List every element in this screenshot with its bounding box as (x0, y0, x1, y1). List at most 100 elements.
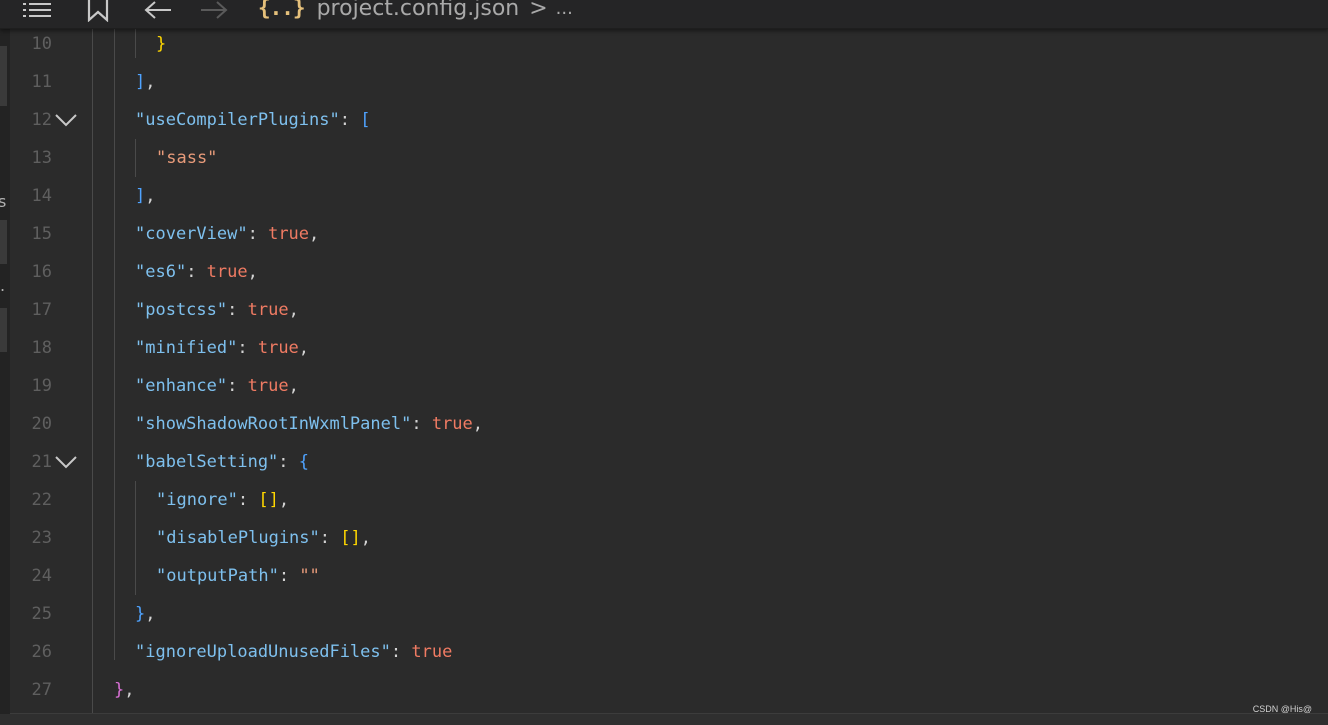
code-line: ], (135, 63, 156, 101)
code-line: ], (135, 177, 156, 215)
code-line: "useCompilerPlugins": [ (135, 101, 370, 139)
code-line: "showShadowRootInWxmlPanel": true, (135, 405, 483, 443)
line-number: 10 (31, 34, 52, 54)
code-line: } (156, 25, 166, 63)
line-number: 17 (31, 300, 52, 320)
line-number-gutter: 10 11 12 13 14 15 16 17 18 19 20 21 22 2… (10, 28, 92, 714)
breadcrumb: {..} project.config.json > ... (258, 0, 573, 22)
line-number: 14 (31, 186, 52, 206)
token-key: "enhance" (135, 376, 228, 396)
line-number: 21 (31, 452, 52, 472)
line-number: 13 (31, 148, 52, 168)
token-key: "disablePlugins" (156, 528, 320, 548)
code-line: "es6": true, (135, 253, 258, 291)
token-brace: { (298, 452, 310, 472)
token-colon: : (247, 224, 269, 244)
line-number: 22 (31, 490, 52, 510)
back-arrow-icon[interactable] (142, 0, 174, 22)
token-bracket: ] (135, 186, 146, 206)
code-line: "ignoreUploadUnusedFiles": true (135, 633, 452, 671)
horizontal-scrollbar[interactable] (0, 713, 1328, 725)
token-boolean: true (206, 262, 248, 282)
token-key: "babelSetting" (135, 452, 279, 472)
token-brace: } (114, 680, 125, 700)
token-comma: , (472, 414, 484, 434)
sidebar-edge-block (0, 46, 7, 106)
breadcrumb-separator: > (529, 0, 548, 21)
code-line: "postcss": true, (135, 291, 299, 329)
breadcrumb-file-name[interactable]: project.config.json (317, 0, 520, 21)
token-brace: } (135, 604, 146, 624)
token-colon: : (227, 300, 248, 320)
token-string: "" (299, 566, 320, 586)
code-line: "babelSetting": { (135, 443, 309, 481)
token-key: "outputPath" (156, 566, 279, 586)
line-number: 18 (31, 338, 52, 358)
sidebar-edge-block (0, 220, 7, 264)
code-editor[interactable]: } ], "useCompilerPlugins": [ "sass" ], "… (92, 28, 1328, 714)
forward-arrow-icon[interactable] (198, 0, 230, 22)
fold-chevron-down-icon[interactable] (53, 101, 79, 139)
line-number: 24 (31, 566, 52, 586)
code-line: "coverView": true, (135, 215, 319, 253)
line-number: 11 (31, 72, 52, 92)
indent-guide (135, 28, 136, 58)
code-line: "enhance": true, (135, 367, 299, 405)
sidebar-edge-char-s: s (0, 192, 7, 211)
token-key: "es6" (135, 262, 187, 282)
code-line: "sass" (156, 139, 217, 177)
token-comma: , (247, 262, 258, 282)
code-line: }, (114, 671, 135, 709)
token-comma: , (278, 490, 290, 510)
token-boolean: true (257, 338, 299, 358)
token-comma: , (145, 72, 156, 92)
token-comma: , (145, 186, 156, 206)
token-key: "showShadowRootInWxmlPanel" (135, 414, 412, 434)
line-number: 19 (31, 376, 52, 396)
indent-guide (114, 28, 115, 660)
line-number: 26 (31, 642, 52, 662)
json-file-icon: {..} (258, 0, 306, 20)
token-colon: : (278, 566, 300, 586)
bookmark-icon[interactable] (84, 0, 112, 22)
code-line: "minified": true, (135, 329, 309, 367)
indent-guide (135, 481, 136, 595)
token-boolean: true (268, 224, 310, 244)
token-colon: : (411, 414, 432, 434)
breadcrumb-more[interactable]: ... (556, 0, 573, 19)
line-number: 27 (31, 680, 52, 700)
token-colon: : (237, 490, 259, 510)
token-colon: : (339, 110, 361, 130)
line-number: 15 (31, 224, 52, 244)
token-comma: , (288, 376, 299, 396)
menu-icon[interactable] (20, 0, 54, 22)
sidebar-edge-block (0, 308, 7, 352)
token-bracket: ] (135, 72, 146, 92)
token-comma: , (360, 528, 371, 548)
indent-guide (135, 139, 136, 177)
token-string: "sass" (156, 148, 218, 168)
token-key: "postcss" (135, 300, 228, 320)
token-comma: , (298, 338, 310, 358)
token-boolean: true (247, 300, 289, 320)
token-comma: , (309, 224, 320, 244)
fold-chevron-down-icon[interactable] (53, 443, 79, 481)
editor-window: {..} project.config.json > ... s . 10 11… (0, 0, 1328, 725)
sidebar-edge: s . (0, 28, 10, 714)
token-comma: , (124, 680, 135, 700)
line-number: 25 (31, 604, 52, 624)
token-key: "useCompilerPlugins" (135, 110, 340, 130)
token-comma: , (288, 300, 299, 320)
token-comma: , (145, 604, 156, 624)
code-line: }, (135, 595, 156, 633)
token-bracket: [] (340, 528, 361, 548)
token-colon: : (237, 338, 258, 358)
token-key: "coverView" (135, 224, 248, 244)
line-number: 23 (31, 528, 52, 548)
token-boolean: true (431, 414, 473, 434)
token-key: "ignoreUploadUnusedFiles" (135, 642, 391, 662)
watermark: CSDN @His@ (1252, 704, 1312, 714)
token-colon: : (390, 642, 412, 662)
token-boolean: true (247, 376, 289, 396)
indent-guide (92, 28, 93, 714)
